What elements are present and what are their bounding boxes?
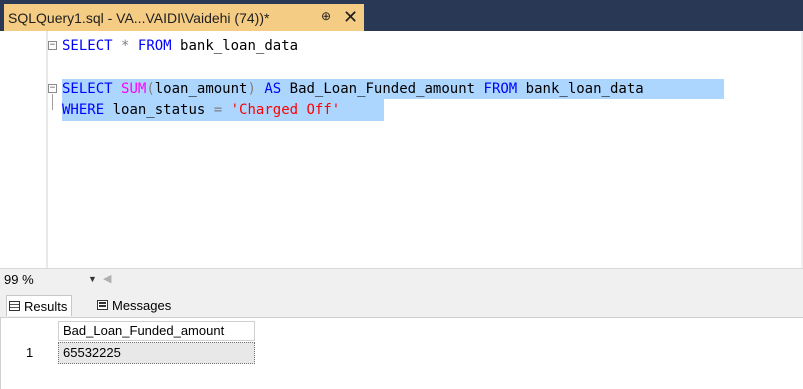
scroll-left-icon[interactable]: ◀ (103, 272, 111, 285)
star-operator: * (121, 38, 130, 54)
query-tab-title[interactable]: SQLQuery1.sql - VA...VAIDI\Vaidehi (74))… (8, 10, 269, 26)
tab-results-label: Results (24, 298, 68, 314)
function-sum: SUM (121, 81, 147, 97)
fold-toggle-icon[interactable]: − (48, 84, 57, 93)
document-tab-bar: SQLQuery1.sql - VA...VAIDI\Vaidehi (74))… (0, 0, 803, 31)
string-literal: 'Charged Off' (230, 102, 341, 118)
fold-guide (52, 94, 53, 110)
tab-results[interactable]: Results (6, 295, 73, 316)
column-alias: Bad_Loan_Funded_amount (289, 81, 476, 97)
paren-open: ( (146, 81, 155, 97)
results-tab-strip: Results Messages (0, 291, 803, 318)
tab-messages-label: Messages (112, 297, 172, 313)
grid-cell[interactable]: 65532225 (58, 342, 255, 364)
code-line-1[interactable]: SELECT * FROM bank_loan_data (62, 36, 298, 56)
column-name: loan_status (112, 102, 206, 118)
keyword-where: WHERE (62, 102, 105, 118)
grid-icon (9, 301, 20, 311)
messages-icon (97, 300, 108, 310)
chevron-down-icon[interactable]: ▼ (88, 274, 97, 284)
pin-icon[interactable]: ⊕ (321, 9, 331, 23)
fold-toggle-icon[interactable]: − (48, 41, 57, 50)
keyword-from: FROM (483, 81, 518, 97)
zoom-level[interactable]: 99 % (4, 272, 34, 287)
column-name: loan_amount (154, 81, 248, 97)
keyword-from: FROM (137, 38, 172, 54)
row-number[interactable]: 1 (22, 342, 56, 364)
zoom-bar: 99 % ▼ ◀ (0, 268, 803, 291)
keyword-select: SELECT (62, 81, 113, 97)
keyword-as: AS (264, 81, 282, 97)
grid-corner[interactable] (22, 321, 58, 341)
table-name: bank_loan_data (525, 81, 644, 97)
table-name: bank_loan_data (180, 38, 299, 54)
sql-editor[interactable]: − SELECT * FROM bank_loan_data − SELECT … (0, 31, 803, 268)
equals-operator: = (213, 102, 223, 118)
grid-border (0, 318, 1, 389)
column-header[interactable]: Bad_Loan_Funded_amount (58, 321, 255, 341)
paren-close: ) (247, 81, 256, 97)
query-tab[interactable]: SQLQuery1.sql - VA...VAIDI\Vaidehi (74))… (4, 4, 364, 31)
editor-margin (46, 31, 48, 268)
close-icon[interactable]: ✕ (343, 5, 358, 29)
results-grid[interactable]: Bad_Loan_Funded_amount 1 65532225 (0, 318, 803, 389)
code-line-3[interactable]: SELECT SUM(loan_amount) AS Bad_Loan_Fund… (62, 79, 644, 99)
tab-messages[interactable]: Messages (97, 295, 171, 315)
code-line-4[interactable]: WHERE loan_status = 'Charged Off' (62, 100, 340, 120)
keyword-select: SELECT (62, 38, 113, 54)
